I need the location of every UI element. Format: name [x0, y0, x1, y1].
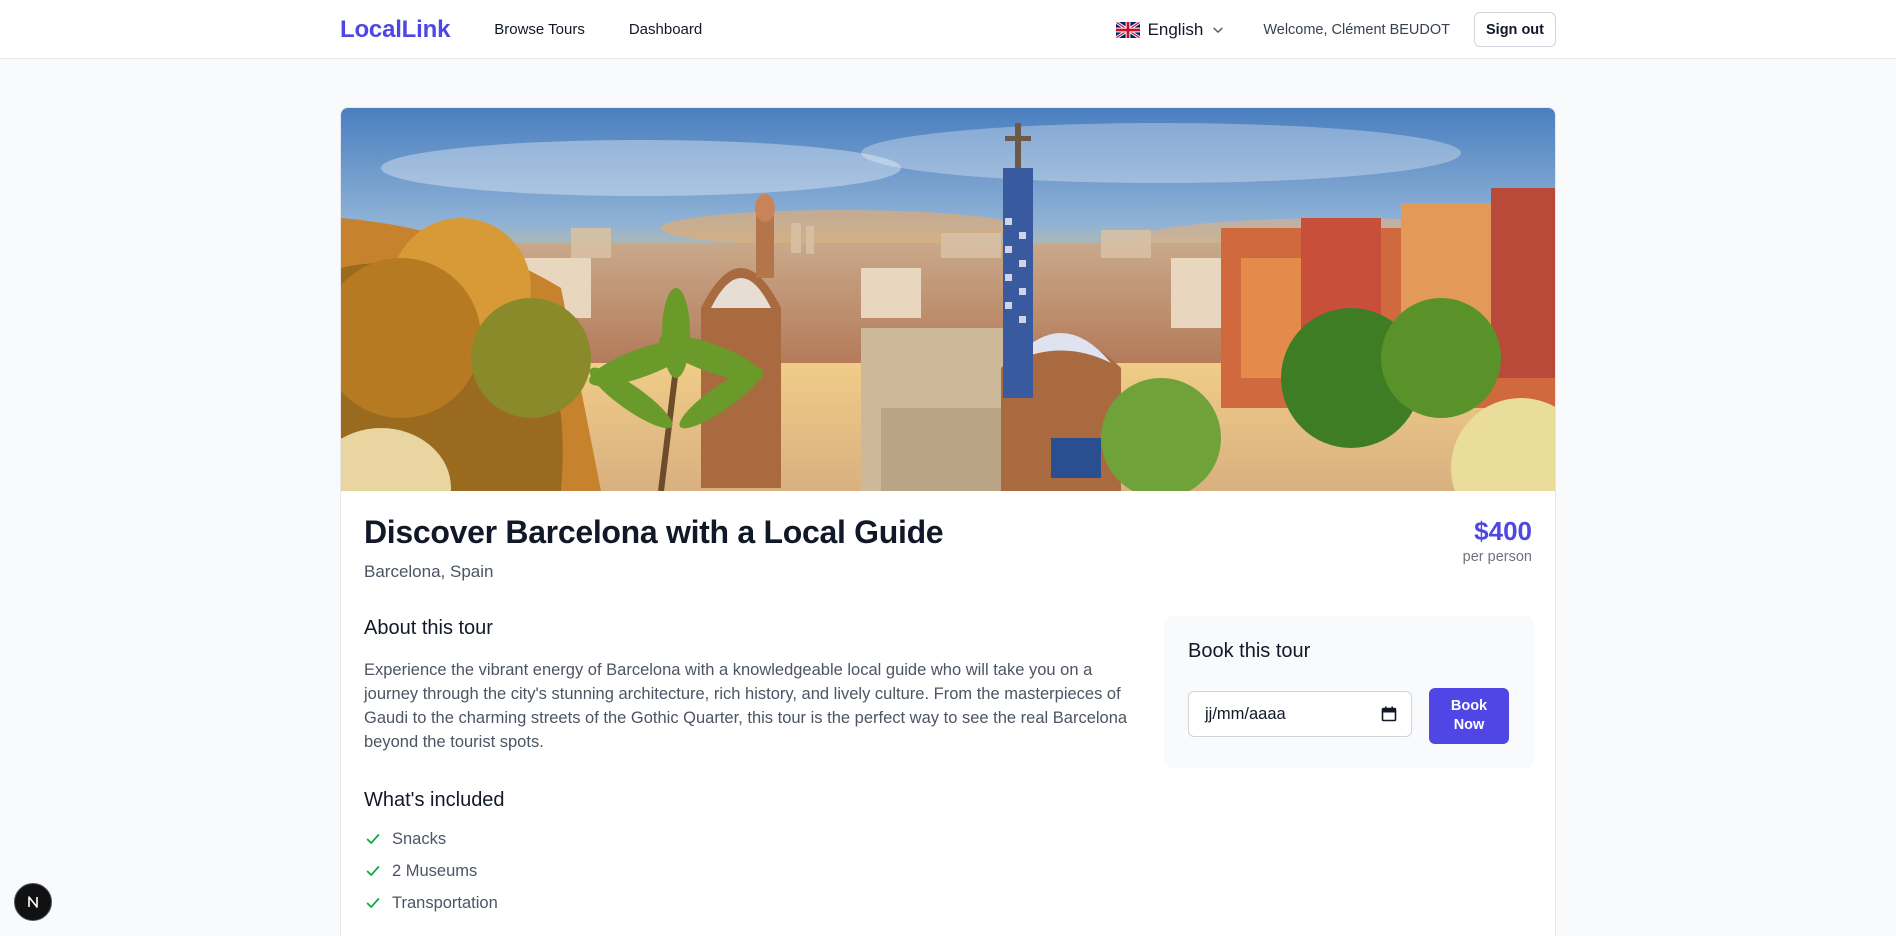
booking-heading: Book this tour [1188, 640, 1311, 662]
language-label: English [1147, 19, 1204, 39]
logo[interactable]: LocalLink [340, 16, 450, 44]
top-navbar: LocalLink Browse Tours Dashboard English… [0, 0, 1896, 59]
included-heading: What's included [364, 789, 505, 811]
tour-description: Experience the vibrant energy of Barcelo… [364, 661, 1128, 751]
price-unit: per person [1462, 549, 1532, 565]
tour-title: Discover Barcelona with a Local Guide [364, 514, 944, 550]
next-dev-badge[interactable] [14, 883, 52, 921]
included-item-label: Snacks [392, 829, 447, 848]
date-input[interactable]: jj/mm/aaaa [1188, 691, 1412, 737]
list-item: 2 Museums [364, 855, 498, 887]
check-icon [366, 898, 380, 908]
uk-flag-icon [1115, 21, 1140, 38]
language-selector[interactable]: English [1115, 19, 1226, 40]
included-item-label: Transportation [392, 893, 498, 912]
check-icon [366, 834, 380, 844]
date-input-placeholder: jj/mm/aaaa [1205, 704, 1286, 723]
included-list: Snacks 2 Museums Transportation [364, 823, 498, 919]
booking-panel: Book this tour jj/mm/aaaa Book Now [1164, 616, 1534, 768]
n-logo-icon [28, 896, 38, 908]
chevron-down-icon [1213, 27, 1223, 33]
tour-hero-image [341, 108, 1555, 491]
sign-out-button[interactable]: Sign out [1474, 12, 1556, 47]
tour-location: Barcelona, Spain [364, 562, 494, 581]
nav-browse-tours[interactable]: Browse Tours [494, 21, 585, 38]
list-item: Transportation [364, 887, 498, 919]
tour-card: Discover Barcelona with a Local Guide Ba… [340, 107, 1556, 936]
list-item: Snacks [364, 823, 498, 855]
calendar-icon[interactable] [1381, 706, 1397, 722]
welcome-text: Welcome, Clément BEUDOT [1263, 21, 1450, 38]
nav-dashboard[interactable]: Dashboard [629, 21, 702, 38]
included-item-label: 2 Museums [392, 861, 478, 880]
check-icon [366, 866, 380, 876]
tour-price: $400 [1474, 516, 1532, 546]
about-heading: About this tour [364, 617, 493, 639]
book-now-button[interactable]: Book Now [1429, 688, 1509, 744]
